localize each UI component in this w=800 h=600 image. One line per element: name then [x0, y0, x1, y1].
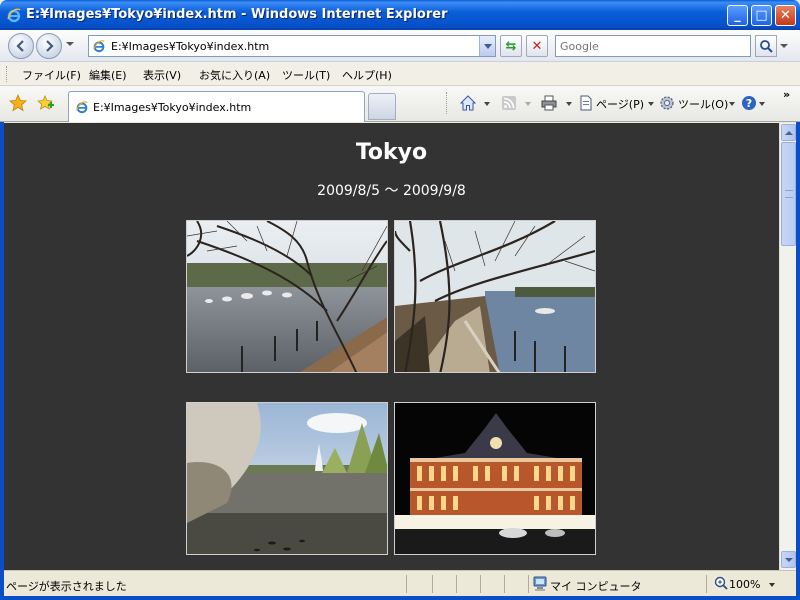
maximize-button[interactable]: □ — [751, 5, 772, 26]
close-icon: ✕ — [780, 8, 791, 23]
stop-icon: ✕ — [531, 38, 543, 54]
search-button[interactable] — [755, 35, 777, 57]
recent-pages-dropdown[interactable] — [66, 42, 74, 46]
scroll-down-button[interactable] — [781, 551, 796, 568]
printer-icon[interactable] — [541, 95, 557, 111]
tab-ie-icon — [76, 101, 88, 114]
address-field[interactable]: E:¥Images¥Tokyo¥index.htm — [88, 35, 496, 57]
search-options-dropdown[interactable] — [780, 44, 788, 48]
scroll-thumb[interactable] — [781, 142, 796, 246]
status-divider — [480, 575, 481, 593]
forward-arrow-icon — [46, 40, 54, 52]
back-arrow-icon — [16, 40, 24, 52]
gear-icon[interactable] — [659, 95, 675, 111]
address-dropdown[interactable] — [479, 36, 495, 56]
search-input[interactable] — [556, 36, 746, 56]
star-icon[interactable] — [9, 94, 27, 112]
tab-command-bar: E:¥Images¥Tokyo¥index.htm ページ(P) ツール(O) … — [0, 86, 800, 122]
menu-favorites[interactable]: お気に入り(A) — [199, 67, 270, 83]
scroll-up-button[interactable] — [781, 124, 796, 141]
close-button[interactable]: ✕ — [775, 5, 796, 26]
minimize-icon: _ — [734, 8, 741, 23]
security-zone-label[interactable]: マイ コンピュータ — [550, 578, 642, 594]
computer-zone-icon — [533, 576, 547, 591]
page-dropdown[interactable] — [648, 102, 654, 106]
page-ie-icon — [93, 40, 105, 53]
menu-help[interactable]: ヘルプ(H) — [342, 67, 392, 83]
status-divider — [706, 575, 707, 593]
page-menu-label[interactable]: ページ(P) — [596, 96, 644, 112]
more-commands-icon[interactable]: » — [783, 88, 790, 101]
status-divider — [406, 575, 407, 593]
tools-menu-label[interactable]: ツール(O) — [678, 96, 728, 112]
rss-icon[interactable] — [501, 95, 517, 111]
search-icon — [760, 40, 773, 53]
page-date-range: 2009/8/5 〜 2009/9/8 — [317, 183, 466, 199]
address-toolbar: E:¥Images¥Tokyo¥index.htm ⇆ ✕ — [0, 30, 800, 62]
refresh-button[interactable]: ⇆ — [500, 35, 522, 57]
menu-tools[interactable]: ツール(T) — [282, 67, 330, 83]
photo-park-pond-boats[interactable] — [186, 220, 388, 373]
new-tab-button[interactable] — [368, 93, 396, 120]
window-title: E:¥Images¥Tokyo¥index.htm - Windows Inte… — [26, 7, 448, 22]
tab-current[interactable]: E:¥Images¥Tokyo¥index.htm — [68, 91, 365, 122]
status-divider — [528, 575, 529, 593]
svg-text:?: ? — [746, 97, 752, 110]
title-bar[interactable]: E:¥Images¥Tokyo¥index.htm - Windows Inte… — [0, 0, 800, 30]
status-divider — [432, 575, 433, 593]
photo-lakeside-path-trees[interactable] — [394, 220, 596, 373]
tab-label: E:¥Images¥Tokyo¥index.htm — [93, 101, 252, 114]
menu-edit[interactable]: 編集(E) — [89, 67, 127, 83]
scroll-thumb-grip — [785, 190, 793, 198]
address-url: E:¥Images¥Tokyo¥index.htm — [111, 40, 270, 53]
home-icon[interactable] — [460, 95, 476, 111]
page-content: Tokyo 2009/8/5 〜 2009/9/8 — [4, 123, 779, 570]
tools-dropdown[interactable] — [729, 102, 735, 106]
forward-button[interactable] — [36, 33, 62, 59]
search-box[interactable] — [555, 35, 751, 57]
back-button[interactable] — [8, 33, 34, 59]
photo-tokyo-station-night[interactable] — [394, 402, 596, 555]
feeds-dropdown[interactable] — [525, 102, 531, 106]
help-dropdown[interactable] — [759, 102, 765, 106]
add-favorite-icon[interactable] — [37, 94, 55, 112]
status-divider — [504, 575, 505, 593]
menu-view[interactable]: 表示(V) — [143, 67, 181, 83]
refresh-icon: ⇆ — [505, 38, 517, 54]
minimize-button[interactable]: _ — [727, 5, 748, 26]
zoom-icon[interactable] — [714, 576, 728, 590]
status-bar: ページが表示されました マイ コンピュータ 100% — [4, 570, 796, 596]
page-title: Tokyo — [355, 140, 428, 165]
page-icon[interactable] — [578, 95, 594, 111]
zoom-level[interactable]: 100% — [729, 578, 760, 591]
maximize-icon: □ — [755, 8, 768, 23]
print-dropdown[interactable] — [566, 102, 572, 106]
toolbar-grip[interactable] — [6, 66, 9, 82]
home-dropdown[interactable] — [484, 102, 490, 106]
zoom-dropdown[interactable] — [769, 583, 775, 587]
status-divider — [456, 575, 457, 593]
stop-button[interactable]: ✕ — [526, 35, 548, 57]
vertical-scrollbar[interactable] — [779, 123, 796, 570]
ie-logo-icon — [7, 8, 21, 23]
toolbar-separator — [446, 92, 447, 114]
photo-pond-fountain-blossoms[interactable] — [186, 402, 388, 555]
help-icon[interactable]: ? — [741, 95, 757, 111]
menu-file[interactable]: ファイル(F) — [22, 67, 81, 83]
window-frame-bottom — [0, 596, 800, 600]
status-text: ページが表示されました — [6, 580, 127, 593]
menu-bar: ファイル(F) 編集(E) 表示(V) お気に入り(A) ツール(T) ヘルプ(… — [0, 62, 800, 86]
